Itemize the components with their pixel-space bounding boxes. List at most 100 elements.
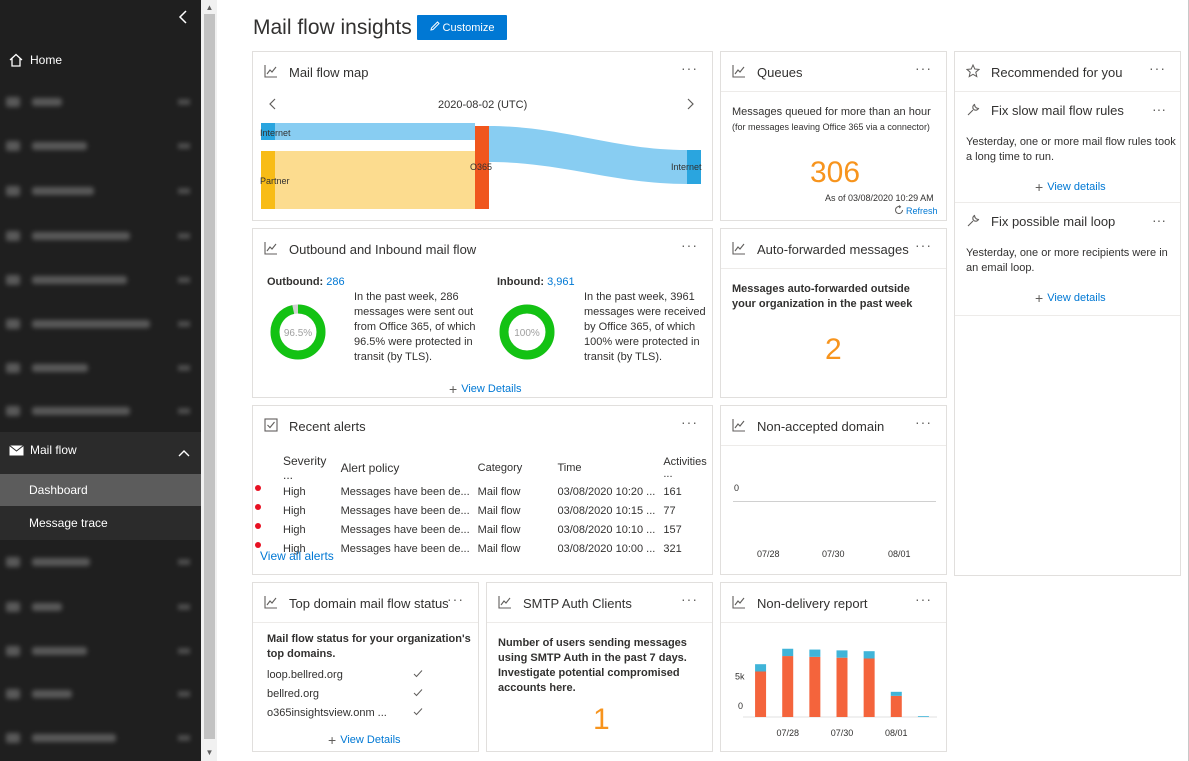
- alert-policy-cell: Messages have been de...: [340, 504, 470, 517]
- list-item[interactable]: loop.bellred.org: [267, 669, 427, 688]
- table-row[interactable]: High Messages have been de... Mail flow 03/…: [253, 520, 717, 539]
- view-details-link[interactable]: + View Details: [449, 380, 522, 397]
- sidebar-scrollbar[interactable]: ▲ ▼: [201, 0, 217, 761]
- chart-bar: [755, 664, 767, 672]
- list-item[interactable]: bellred.org: [267, 688, 427, 707]
- nav-blurred-item[interactable]: [6, 319, 150, 329]
- activities-cell: 161: [663, 485, 682, 498]
- chevron-up-icon[interactable]: [178, 446, 190, 460]
- chevron-icon: [178, 365, 190, 371]
- outbound-text: In the past week, 286 messages were sent…: [354, 291, 476, 363]
- nav-blurred-item[interactable]: [6, 733, 116, 743]
- node-internet-left: Internet: [260, 128, 291, 138]
- more-options-icon[interactable]: ···: [1149, 60, 1166, 76]
- table-row[interactable]: High Messages have been de... Mail flow 03/…: [253, 501, 717, 520]
- table-row[interactable]: High Messages have been de... Mail flow 03/…: [253, 482, 717, 501]
- nav-mail-flow-label: Mail flow: [30, 443, 77, 457]
- view-details-link[interactable]: + View details: [1035, 289, 1106, 306]
- non-accepted-domain-card[interactable]: Non-accepted domain ··· 0 07/28 07/30 08…: [720, 405, 947, 575]
- col-activities[interactable]: Activities ...: [659, 454, 717, 482]
- nav-mail-flow[interactable]: Mail flow: [0, 434, 201, 466]
- nav-blurred-item[interactable]: [6, 602, 62, 612]
- nav-blurred-item[interactable]: [6, 186, 94, 196]
- nav-dashboard[interactable]: Dashboard: [0, 474, 201, 506]
- chart-icon: [732, 418, 746, 432]
- view-details-link[interactable]: + View Details: [328, 733, 401, 747]
- inbound-count-link[interactable]: 3,961: [547, 276, 575, 288]
- top-domain-card[interactable]: Top domain mail flow status ··· Mail flo…: [252, 582, 479, 752]
- chart-bar: [863, 658, 875, 717]
- more-options-icon[interactable]: ···: [915, 414, 932, 430]
- chevron-right-icon[interactable]: [687, 98, 695, 113]
- customize-button[interactable]: Customize: [417, 15, 507, 40]
- outbound-count-link[interactable]: 286: [326, 276, 344, 288]
- nav-blurred-item[interactable]: [6, 557, 90, 567]
- chevron-icon: [178, 188, 190, 194]
- chevron-left-icon[interactable]: [268, 98, 276, 113]
- non-delivery-report-card[interactable]: Non-delivery report ··· 5k 0 07/28 07/30 08/…: [720, 582, 947, 752]
- more-options-icon[interactable]: ···: [681, 414, 698, 430]
- x-axis-label: 07/30: [822, 549, 845, 559]
- chevron-icon: [178, 648, 190, 654]
- chart-bar: [782, 648, 794, 657]
- scroll-up-icon[interactable]: ▲: [205, 3, 214, 12]
- more-options-icon[interactable]: ···: [681, 591, 698, 607]
- chevron-icon: [178, 735, 190, 741]
- auto-forwarded-card[interactable]: Auto-forwarded messages ··· Messages aut…: [720, 228, 947, 398]
- nav-blurred-item[interactable]: [6, 275, 127, 285]
- chevron-icon: [178, 277, 190, 283]
- nav-blurred-item[interactable]: [6, 231, 130, 241]
- nav-blurred-item[interactable]: [6, 689, 72, 699]
- plus-icon: +: [1035, 178, 1044, 195]
- chevron-icon: [178, 143, 190, 149]
- refresh-link[interactable]: Refresh: [894, 205, 938, 217]
- severity-dot: [255, 504, 261, 510]
- view-details-label: View details: [1047, 292, 1106, 304]
- alert-policy-cell: Messages have been de...: [340, 485, 470, 498]
- card-title: Non-delivery report: [757, 596, 868, 611]
- list-item[interactable]: o365insightsview.onm ...: [267, 707, 427, 726]
- outbound-donut: 96.5%: [270, 304, 326, 360]
- inbound-percent: 100%: [514, 328, 540, 339]
- nav-blurred-item[interactable]: [6, 406, 130, 416]
- smtp-auth-card[interactable]: SMTP Auth Clients ··· Number of users se…: [486, 582, 713, 752]
- card-title: Recent alerts: [289, 419, 366, 434]
- nav-blurred-item[interactable]: [6, 363, 88, 373]
- time-cell: 03/08/2020 10:10 ...: [557, 523, 656, 536]
- nav-blurred-item[interactable]: [6, 141, 87, 151]
- view-details-link[interactable]: + View details: [1035, 178, 1106, 195]
- chevron-icon: [178, 559, 190, 565]
- x-tick-label: 07/28: [776, 728, 799, 738]
- more-options-icon[interactable]: ···: [915, 591, 932, 607]
- more-options-icon[interactable]: ···: [1152, 212, 1166, 228]
- more-options-icon[interactable]: ···: [915, 237, 932, 253]
- scroll-down-icon[interactable]: ▼: [205, 748, 214, 757]
- mail-flow-map-card: Mail flow map ··· 2020-08-02 (UTC) Inter…: [252, 51, 713, 221]
- more-options-icon[interactable]: ···: [681, 60, 698, 76]
- chart-bar: [836, 650, 848, 658]
- card-title: Top domain mail flow status: [289, 596, 449, 611]
- col-category[interactable]: Category: [474, 454, 554, 482]
- col-alert-policy[interactable]: Alert policy: [337, 454, 474, 482]
- col-severity[interactable]: Severity ...: [253, 454, 337, 482]
- chevron-icon: [178, 321, 190, 327]
- more-options-icon[interactable]: ···: [915, 60, 932, 76]
- severity-value: High: [283, 524, 306, 536]
- y-tick-label: 0: [738, 701, 743, 711]
- recommendation-item[interactable]: Fix possible mail loop ··· Yesterday, on…: [955, 204, 1180, 316]
- more-options-icon[interactable]: ···: [1152, 101, 1166, 117]
- nav-message-trace[interactable]: Message trace: [0, 507, 201, 539]
- plus-icon: +: [449, 380, 458, 397]
- view-all-alerts-link[interactable]: View all alerts: [260, 549, 334, 563]
- more-options-icon[interactable]: ···: [681, 237, 698, 253]
- queues-card[interactable]: Queues ··· Messages queued for more than…: [720, 51, 947, 221]
- collapse-nav-icon[interactable]: [178, 10, 192, 26]
- recommendation-item[interactable]: Fix slow mail flow rules ··· Yesterday, …: [955, 93, 1180, 203]
- scroll-thumb[interactable]: [204, 14, 215, 739]
- more-options-icon[interactable]: ···: [447, 591, 464, 607]
- nav-blurred-item[interactable]: [6, 646, 87, 656]
- nav-home[interactable]: Home: [0, 44, 201, 76]
- plus-icon: +: [1035, 289, 1044, 306]
- col-time[interactable]: Time: [553, 454, 659, 482]
- nav-blurred-item[interactable]: [6, 97, 62, 107]
